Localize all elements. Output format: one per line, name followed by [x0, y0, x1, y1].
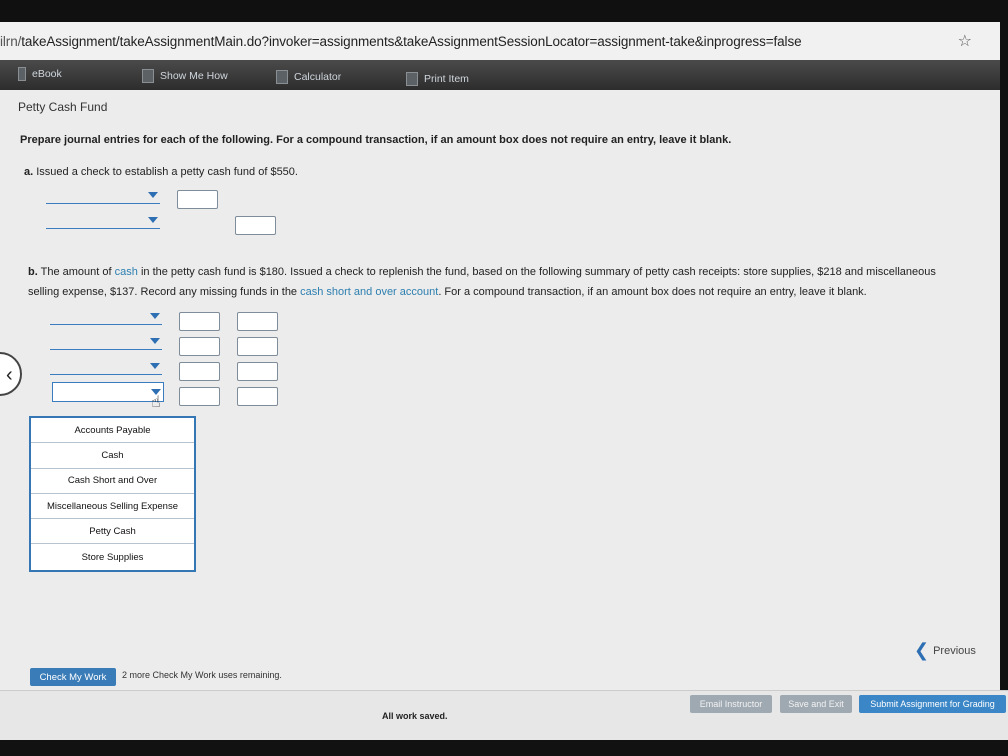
account-select-b2[interactable] [50, 336, 162, 350]
check-my-work-button[interactable]: Check My Work [30, 668, 116, 686]
email-instructor-button[interactable]: Email Instructor [690, 695, 772, 713]
question-content: Petty Cash Fund Prepare journal entries … [0, 90, 1000, 735]
chevron-down-icon [148, 217, 158, 223]
debit-amount-b2[interactable] [179, 337, 220, 356]
assignment-toolbar: eBook Show Me How Calculator Print Item [0, 60, 1000, 90]
chevron-down-icon [150, 338, 160, 344]
printer-icon [406, 72, 418, 86]
credit-amount-b2[interactable] [237, 337, 278, 356]
account-select-a2[interactable] [46, 215, 160, 229]
debit-amount-b1[interactable] [179, 312, 220, 331]
cash-link[interactable]: cash [115, 266, 138, 278]
footer-bar: All work saved. Email Instructor Save an… [0, 690, 1008, 740]
bookmark-star-icon[interactable]: ☆ [958, 31, 972, 51]
credit-amount-b1[interactable] [237, 312, 278, 331]
save-status: All work saved. [382, 711, 448, 721]
credit-amount-b3[interactable] [237, 362, 278, 381]
calculator-icon [276, 70, 288, 84]
print-item-button[interactable]: Print Item [406, 72, 469, 86]
book-icon [18, 67, 26, 81]
account-select-b4[interactable] [52, 382, 164, 402]
debit-amount-b3[interactable] [179, 362, 220, 381]
chevron-left-icon: ‹ [6, 364, 13, 386]
account-select-a1[interactable] [46, 190, 160, 204]
credit-amount-a2[interactable] [235, 216, 276, 235]
part-a-prompt: a. Issued a check to establish a petty c… [24, 166, 298, 178]
submit-assignment-button[interactable]: Submit Assignment for Grading [859, 695, 1006, 713]
ebook-button[interactable]: eBook [18, 67, 62, 81]
dropdown-option[interactable]: Petty Cash [31, 519, 194, 545]
chevron-left-icon: ❮ [914, 640, 930, 660]
dropdown-option[interactable]: Accounts Payable [31, 418, 194, 444]
account-select-b3[interactable] [50, 361, 162, 375]
save-and-exit-button[interactable]: Save and Exit [780, 695, 852, 713]
account-dropdown-list[interactable]: Accounts Payable Cash Cash Short and Ove… [29, 416, 196, 572]
hand-cursor-icon: ☝ [151, 394, 161, 411]
part-b-prompt-line1: b. The amount of cash in the petty cash … [28, 266, 936, 278]
dropdown-option[interactable]: Cash [31, 443, 194, 469]
dropdown-option[interactable]: Miscellaneous Selling Expense [31, 494, 194, 520]
chevron-down-icon [150, 313, 160, 319]
previous-question-arrow[interactable]: ‹ [0, 352, 22, 396]
show-me-how-button[interactable]: Show Me How [142, 69, 228, 83]
credit-amount-b4[interactable] [237, 387, 278, 406]
dropdown-option[interactable]: Store Supplies [31, 544, 194, 569]
play-icon [142, 69, 154, 83]
debit-amount-b4[interactable] [179, 387, 220, 406]
part-b-prompt-line2: selling expense, $137. Record any missin… [28, 286, 867, 298]
instructions: Prepare journal entries for each of the … [20, 134, 732, 146]
check-my-work-note: 2 more Check My Work uses remaining. [122, 670, 282, 680]
previous-button[interactable]: ❮ Previous [914, 640, 976, 661]
calculator-button[interactable]: Calculator [276, 70, 341, 84]
url-text[interactable]: ilrn/takeAssignment/takeAssignmentMain.d… [0, 34, 802, 49]
dropdown-option[interactable]: Cash Short and Over [31, 469, 194, 494]
section-title: Petty Cash Fund [18, 100, 108, 114]
screen: ilrn/takeAssignment/takeAssignmentMain.d… [0, 0, 1008, 756]
account-select-b1[interactable] [50, 311, 162, 325]
screen-bezel [0, 740, 1008, 756]
cash-short-over-link[interactable]: cash short and over account [300, 286, 438, 298]
chevron-down-icon [150, 363, 160, 369]
chevron-down-icon [148, 192, 158, 198]
debit-amount-a1[interactable] [177, 190, 218, 209]
